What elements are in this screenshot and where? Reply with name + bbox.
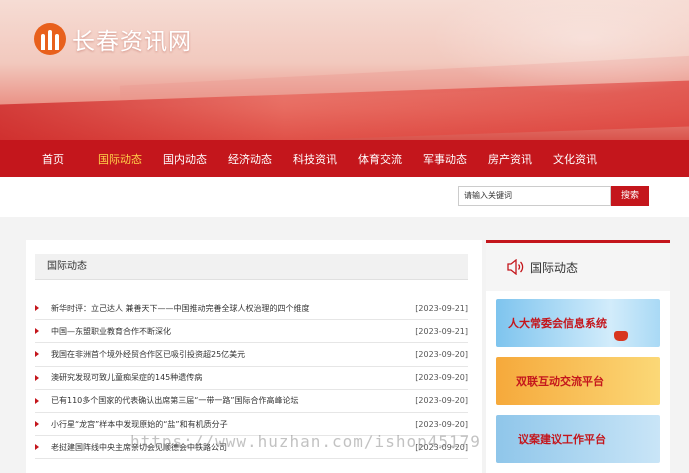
news-item[interactable]: 已有110多个国家的代表确认出席第三届“一带一路”国际合作高峰论坛 [2023-0… (35, 390, 468, 413)
search-button[interactable]: 搜索 (611, 186, 649, 206)
news-title[interactable]: 已有110多个国家的代表确认出席第三届“一带一路”国际合作高峰论坛 (51, 395, 408, 406)
news-item[interactable]: 新华时评：立己达人 兼善天下——中国推动完善全球人权治理的四个维度 [2023-0… (35, 297, 468, 321)
search-bar: 请输入关键词 搜索 (0, 177, 689, 217)
news-date: [2023-09-21] (415, 326, 468, 336)
news-item[interactable]: 澳研究发现可致儿童痴呆症的145种遗传病 [2023-09-20] (35, 367, 468, 390)
bullet-icon (35, 374, 39, 381)
nav-item-international[interactable]: 国际动态 (98, 151, 163, 167)
banner-label: 人大常委会信息系统 (508, 317, 607, 330)
sidebar-heading: 国际动态 (486, 243, 670, 291)
lantern-icon (614, 331, 628, 341)
news-title[interactable]: 小行星“龙宫”样本中发现原始的“盐”和有机质分子 (51, 419, 408, 430)
search-input[interactable]: 请输入关键词 (458, 186, 611, 206)
nav-item-military[interactable]: 军事动态 (423, 151, 488, 167)
nav-item-technology[interactable]: 科技资讯 (293, 151, 358, 167)
news-date: [2023-09-20] (415, 349, 468, 359)
news-title[interactable]: 我国在非洲首个境外经贸合作区已吸引投资超25亿美元 (51, 349, 408, 360)
banner-landmark-graphic (430, 0, 689, 95)
bullet-icon (35, 444, 39, 451)
nav-item-home[interactable]: 首页 (42, 151, 98, 167)
news-date: [2023-09-20] (415, 373, 468, 383)
news-item[interactable]: 中国—东盟职业教育合作不断深化 [2023-09-21] (35, 320, 468, 344)
news-item[interactable]: 我国在非洲首个境外经贸合作区已吸引投资超25亿美元 [2023-09-20] (35, 343, 468, 367)
sidebar-panel: 国际动态 人大常委会信息系统 双联互动交流平台 议案建议工作平台 (486, 240, 670, 473)
news-date: [2023-09-20] (415, 396, 468, 406)
nav-item-realestate[interactable]: 房产资讯 (488, 151, 553, 167)
news-title[interactable]: 中国—东盟职业教育合作不断深化 (51, 326, 408, 337)
banner-proposal-platform[interactable]: 议案建议工作平台 (496, 415, 660, 463)
nav-item-domestic[interactable]: 国内动态 (163, 151, 228, 167)
sidebar-banners: 人大常委会信息系统 双联互动交流平台 议案建议工作平台 (496, 299, 660, 473)
site-title: 长春资讯网 (72, 29, 192, 55)
news-panel-heading: 国际动态 (35, 254, 468, 280)
news-date: [2023-09-20] (415, 419, 468, 429)
header-banner: 长春资讯网 (0, 0, 689, 140)
nav-item-culture[interactable]: 文化资讯 (553, 151, 618, 167)
banner-npc-info-system[interactable]: 人大常委会信息系统 (496, 299, 660, 347)
site-logo[interactable]: 长春资讯网 (34, 22, 192, 56)
logo-icon (34, 23, 66, 55)
bullet-icon (35, 351, 39, 358)
banner-label: 双联互动交流平台 (516, 375, 604, 388)
banner-label: 议案建议工作平台 (518, 433, 606, 446)
bullet-icon (35, 305, 39, 312)
news-title[interactable]: 新华时评：立己达人 兼善天下——中国推动完善全球人权治理的四个维度 (51, 303, 408, 314)
main-nav: 首页 国际动态 国内动态 经济动态 科技资讯 体育交流 军事动态 房产资讯 文化… (0, 140, 689, 177)
nav-item-economy[interactable]: 经济动态 (228, 151, 293, 167)
bullet-icon (35, 397, 39, 404)
news-date: [2023-09-21] (415, 303, 468, 313)
banner-interaction-platform[interactable]: 双联互动交流平台 (496, 357, 660, 405)
watermark-text: https://www.huzhan.com/ishop45179 (130, 432, 481, 451)
bullet-icon (35, 421, 39, 428)
bullet-icon (35, 328, 39, 335)
speaker-icon (507, 259, 524, 275)
nav-item-sports[interactable]: 体育交流 (358, 151, 423, 167)
sidebar-heading-label: 国际动态 (530, 260, 579, 275)
news-title[interactable]: 澳研究发现可致儿童痴呆症的145种遗传病 (51, 372, 408, 383)
